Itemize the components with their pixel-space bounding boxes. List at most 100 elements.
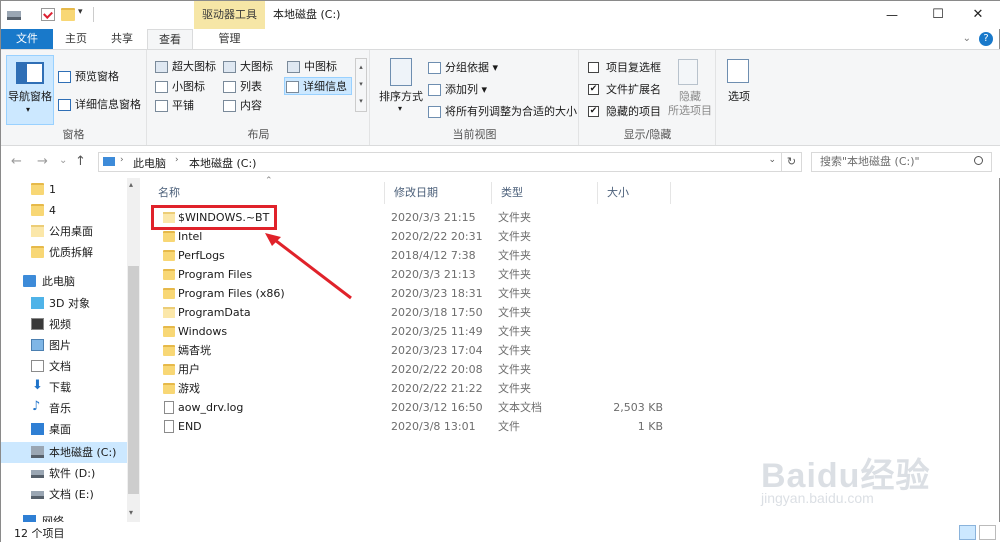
tab-manage[interactable]: 管理 [194,29,265,49]
search-input[interactable]: 搜索"本地磁盘 (C:)" [811,152,992,172]
preview-pane-button[interactable]: 预览窗格 [57,68,119,86]
size-all-columns-label: 将所有列调整为合适的大小 [445,105,577,118]
navigation-pane: 1 4 公用桌面 优质拆解 此电脑 3D 对象 视频 图片 文档 ⬇ 下载 ♪ … [1,178,141,522]
details-option[interactable]: 详细信息 [284,77,352,95]
breadcrumb-this-pc[interactable]: 此电脑 [133,155,166,171]
video-icon [31,318,44,330]
nav-item-local-disk-c[interactable]: 本地磁盘 (C:) [1,442,127,463]
options-icon [727,59,749,83]
extra-large-icons-option[interactable]: 超大图标 [154,58,216,76]
nav-item-4[interactable]: 4 [1,200,127,221]
file-row[interactable]: 用户 2020/2/22 20:08 文件夹 [149,360,679,379]
details-view-toggle[interactable] [959,525,976,540]
nav-item-videos[interactable]: 视频 [1,314,127,335]
file-row[interactable]: aow_drv.log 2020/3/12 16:50 文本文档 2,503 K… [149,398,679,417]
up-button[interactable]: ↑ [75,154,86,169]
content-option[interactable]: 内容 [222,97,262,115]
file-row[interactable]: Windows 2020/3/25 11:49 文件夹 [149,322,679,341]
nav-pane-scrollbar[interactable]: ▴ ▾ [127,178,140,522]
file-extensions-label: 文件扩展名 [606,83,661,96]
column-header-date[interactable]: 修改日期 [385,182,492,204]
divider [93,7,94,22]
minimize-button[interactable]: — [869,1,915,29]
customize-quick-access-icon[interactable]: ▾ [78,7,83,17]
nav-item-public-desktop[interactable]: 公用桌面 [1,221,127,242]
grid-icon [287,61,300,73]
nav-item-downloads[interactable]: ⬇ 下载 [1,377,127,398]
add-columns-button[interactable]: 添加列 ▾ [427,81,487,99]
tab-share[interactable]: 共享 [99,29,145,49]
sort-by-button[interactable]: 排序方式 ▾ [377,56,425,124]
download-icon: ⬇ [32,378,43,393]
recent-locations-button[interactable]: ⌄ [59,155,67,166]
add-columns-label: 添加列 [445,83,478,96]
nav-item-desktop[interactable]: 桌面 [1,419,127,440]
small-icons-option[interactable]: 小图标 [154,78,205,96]
file-date: 2020/3/25 11:49 [391,325,483,338]
file-extensions-toggle[interactable]: ✔ 文件扩展名 [588,81,661,99]
drive-tools-header: 驱动器工具 [194,1,265,29]
file-row[interactable]: 游戏 2020/2/22 21:22 文件夹 [149,379,679,398]
properties-icon[interactable] [41,8,55,21]
size-all-columns-button[interactable]: 将所有列调整为合适的大小 [427,103,577,121]
hidden-items-toggle[interactable]: ✔ 隐藏的项目 [588,103,661,121]
nav-item-pictures[interactable]: 图片 [1,335,127,356]
nav-pane-scroll-thumb[interactable] [128,266,139,494]
layout-scroll-arrows[interactable]: ▴ ▾ ▾ [355,58,367,112]
item-checkboxes-checkbox[interactable] [588,62,599,73]
drive-icon[interactable] [7,8,21,21]
hidden-items-checkbox[interactable]: ✔ [588,106,599,117]
tab-file[interactable]: 文件 [1,29,53,49]
medium-icons-option[interactable]: 中图标 [286,58,337,76]
new-folder-icon[interactable] [61,8,75,21]
nav-item-3d-objects[interactable]: 3D 对象 [1,293,127,314]
annotation-arrow [265,233,352,300]
close-button[interactable]: ✕ [955,1,1000,29]
back-button[interactable]: ← [11,154,22,169]
nav-item-documents[interactable]: 文档 [1,356,127,377]
tab-home[interactable]: 主页 [53,29,99,49]
group-by-button[interactable]: 分组依据 ▾ [427,59,498,77]
navigation-pane-button[interactable]: 导航窗格 ▾ [6,55,54,125]
nav-item-label: 1 [49,183,56,196]
nav-item-this-pc[interactable]: 此电脑 [1,271,127,292]
column-header-type[interactable]: 类型 [492,182,598,204]
column-header-size[interactable]: 大小 [598,182,671,204]
tab-view[interactable]: 查看 [147,29,193,50]
file-explorer-window: ▾ 驱动器工具 本地磁盘 (C:) — ☐ ✕ 文件 主页 共享 查看 管理 ⌄… [0,0,1000,542]
large-icons-view-toggle[interactable] [979,525,996,540]
help-icon[interactable]: ? [979,32,993,46]
forward-button[interactable]: → [37,154,48,169]
file-extensions-checkbox[interactable]: ✔ [588,84,599,95]
scroll-down-arrow[interactable]: ▾ [129,508,133,517]
nav-item-label: 网络 [42,515,64,522]
file-row[interactable]: 嫣杳垙 2020/3/23 17:04 文件夹 [149,341,679,360]
file-type: 文件夹 [498,230,531,243]
ribbon-collapse-icon[interactable]: ⌄ [963,29,971,49]
nav-item-network[interactable]: 网络 [1,511,127,522]
options-button[interactable]: 选项 [719,56,759,124]
large-icons-option[interactable]: 大图标 [222,58,273,76]
nav-item-1[interactable]: 1 [1,179,127,200]
search-icon [974,156,983,165]
nav-item-label: 桌面 [49,423,71,436]
tiles-option[interactable]: 平铺 [154,97,194,115]
nav-item-quality-teardown[interactable]: 优质拆解 [1,242,127,263]
file-row[interactable]: END 2020/3/8 13:01 文件 1 KB [149,417,679,436]
breadcrumb-local-disk[interactable]: 本地磁盘 (C:) [189,155,256,171]
address-box[interactable]: › 此电脑 › 本地磁盘 (C:) ⌄ [98,152,782,172]
column-header-name[interactable]: 名称 [149,182,385,204]
address-bar-row: ← → ⌄ ↑ › 此电脑 › 本地磁盘 (C:) ⌄ ↻ 搜索"本地磁盘 (C… [1,146,1000,178]
scroll-up-arrow[interactable]: ▴ [129,180,133,189]
nav-item-music[interactable]: ♪ 音乐 [1,398,127,419]
refresh-button[interactable]: ↻ [782,152,802,172]
folder-icon [163,231,175,242]
file-type: 文件夹 [498,287,531,300]
details-pane-button[interactable]: 详细信息窗格 [57,96,141,114]
item-checkboxes-toggle[interactable]: 项目复选框 [588,59,661,77]
list-option[interactable]: 列表 [222,78,262,96]
address-dropdown-icon[interactable]: ⌄ [768,155,776,165]
nav-item-documents-e[interactable]: 文档 (E:) [1,484,127,505]
hide-selected-button[interactable]: 隐藏 所选项目 [668,56,712,124]
nav-item-software-d[interactable]: 软件 (D:) [1,463,127,484]
